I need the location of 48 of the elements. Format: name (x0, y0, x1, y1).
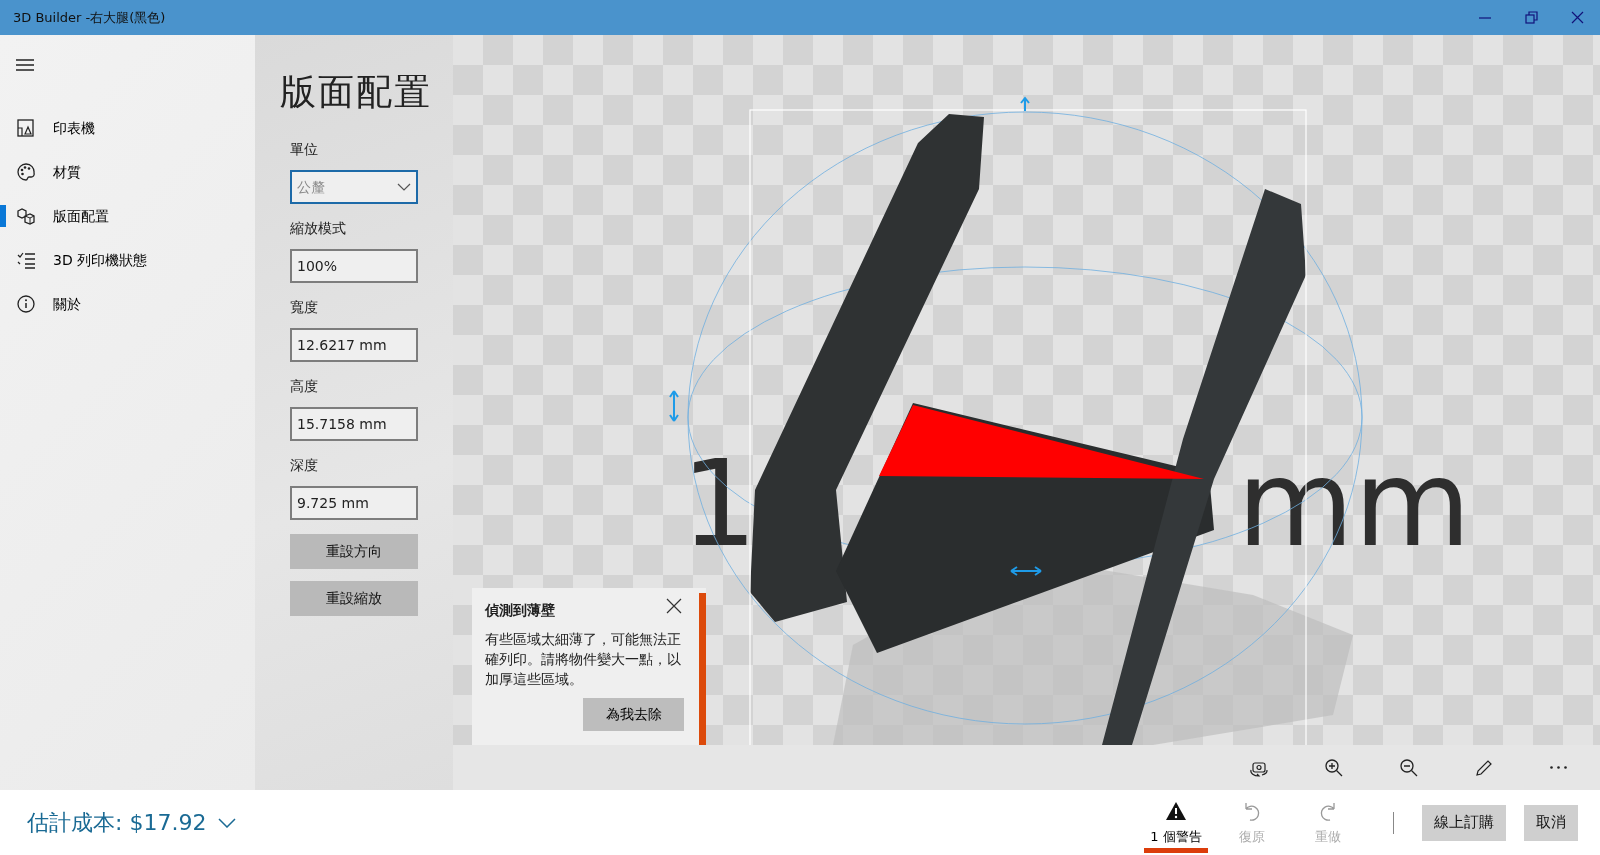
scene-dimension-label: 1 (681, 434, 758, 573)
cubes-icon (17, 207, 35, 225)
cancel-button[interactable]: 取消 (1524, 804, 1578, 841)
fix-button[interactable]: 為我去除 (583, 698, 684, 731)
checklist-icon (17, 251, 35, 269)
input-field[interactable]: 15.7158 mm (290, 407, 418, 441)
zoom-out-icon (1398, 757, 1419, 778)
input-field[interactable]: 9.725 mm (290, 486, 418, 520)
palette-icon (17, 163, 35, 181)
field-label: 縮放模式 (290, 219, 347, 238)
sidebar-item[interactable]: 關於 (0, 282, 255, 326)
minimize-icon (1479, 16, 1491, 19)
info-icon (17, 295, 35, 313)
panel-title: 版面配置 (280, 70, 433, 114)
scene-dimension-label: mm (1237, 434, 1471, 573)
input-field[interactable]: 100% (290, 249, 418, 283)
window-title: 3D Builder -右大腿(黑色) (12, 8, 166, 27)
field-label: 寬度 (290, 298, 319, 317)
more-icon (1550, 766, 1567, 769)
restore-icon (1523, 10, 1539, 25)
selection-underline (1144, 847, 1208, 853)
close-button[interactable] (666, 598, 682, 614)
popup-title: 偵測到薄壁 (485, 601, 555, 620)
field-label: 深度 (290, 456, 319, 475)
sidebar-item[interactable]: 材質 (0, 150, 255, 194)
chevron-down-icon (397, 183, 411, 191)
printer-icon (17, 119, 35, 137)
field-label: 單位 (290, 140, 319, 159)
cost-dropdown[interactable]: 估計成本: $17.92 (0, 805, 243, 840)
sidebar-item[interactable]: 3D 列印機狀態 (0, 238, 255, 282)
reset-button[interactable]: 重設縮放 (290, 581, 418, 616)
reset-button[interactable]: 重設方向 (290, 534, 418, 569)
close-icon (1569, 10, 1585, 25)
move-handle[interactable] (1020, 96, 1030, 112)
sidebar-item[interactable]: 版面配置 (0, 194, 255, 238)
warning-button[interactable]: 1 個警告 (1138, 792, 1214, 853)
menu-icon (16, 58, 34, 72)
warning-icon (1165, 801, 1187, 823)
resize-handle[interactable] (1010, 566, 1042, 576)
field-label: 高度 (290, 377, 319, 396)
close-icon (666, 598, 682, 614)
popup-message: 有些區域太細薄了，可能無法正確列印。請將物件變大一點，以加厚這些區域。 (485, 630, 682, 689)
order-button[interactable]: 線上訂購 (1422, 804, 1506, 841)
chevron-down-icon (218, 817, 237, 828)
resize-handle[interactable] (669, 390, 679, 422)
input-field[interactable]: 12.6217 mm (290, 328, 418, 362)
sidebar-item[interactable]: 印表機 (0, 106, 255, 150)
zoom-in-icon (1323, 757, 1344, 778)
